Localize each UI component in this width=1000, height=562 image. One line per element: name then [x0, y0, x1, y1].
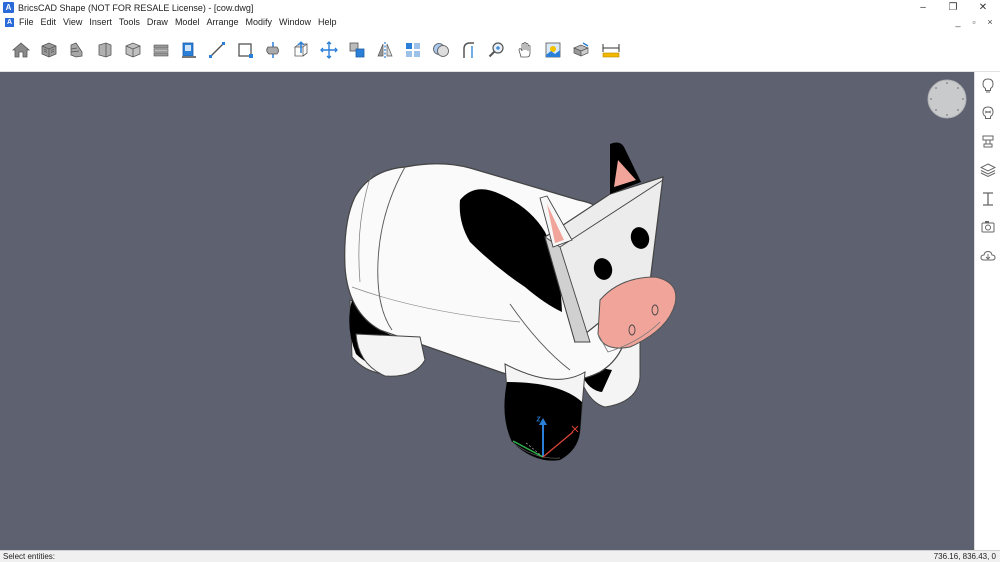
layers-button[interactable] [978, 160, 998, 180]
zoom-button[interactable] [486, 39, 508, 61]
slab-button[interactable] [150, 39, 172, 61]
section-icon [983, 192, 993, 206]
revolve-button[interactable] [262, 39, 284, 61]
solid-box-button[interactable] [38, 39, 60, 61]
menu-bar: A File Edit View Insert Tools Draw Model… [0, 15, 1000, 29]
move-icon [320, 41, 338, 59]
menu-file[interactable]: File [19, 17, 34, 27]
stamp-button[interactable] [978, 132, 998, 152]
window-title: BricsCAD Shape (NOT FOR RESALE License) … [18, 2, 254, 13]
cursor-coordinates: 736.16, 836.43, 0 [933, 552, 996, 561]
minimize-button[interactable]: – [908, 0, 938, 15]
revolve-icon [266, 42, 279, 58]
home-button[interactable] [10, 39, 32, 61]
move-button[interactable] [318, 39, 340, 61]
cloud-button[interactable] [978, 246, 998, 266]
mirror-button[interactable] [374, 39, 396, 61]
cloud-icon [980, 250, 996, 261]
line-icon [209, 42, 225, 58]
copy-icon [349, 42, 365, 58]
bulb-properties-button[interactable] [978, 104, 998, 124]
doc-minimize-button[interactable]: _ [950, 15, 966, 29]
window-insert-button[interactable] [178, 39, 200, 61]
wedge-button[interactable] [66, 39, 88, 61]
pan-button[interactable] [514, 39, 536, 61]
status-bar: Select entities: 736.16, 836.43, 0 [0, 550, 1000, 562]
rectangle-icon [238, 43, 253, 58]
navigation-wheel-icon[interactable] [927, 79, 967, 119]
array-button[interactable] [402, 39, 424, 61]
mirror-icon [377, 42, 393, 58]
wedge-icon [70, 42, 83, 58]
toolbar [0, 29, 1000, 72]
line-button[interactable] [206, 39, 228, 61]
dimension-icon [602, 44, 620, 58]
menu-model[interactable]: Model [175, 17, 200, 27]
menu-view[interactable]: View [63, 17, 82, 27]
bulb-properties-icon [982, 106, 994, 119]
material-button[interactable] [570, 39, 592, 61]
slab-icon [153, 44, 169, 57]
lightbulb-icon [982, 78, 994, 93]
material-icon [573, 42, 589, 57]
title-bar: A BricsCAD Shape (NOT FOR RESALE License… [0, 0, 1000, 15]
fillet-button[interactable] [458, 39, 480, 61]
home-icon [11, 42, 31, 58]
pan-icon [518, 42, 531, 58]
wall-button[interactable] [122, 39, 144, 61]
side-panel [974, 72, 1000, 550]
stamp-icon [982, 135, 994, 148]
back-right-leg [355, 333, 426, 377]
menu-modify[interactable]: Modify [245, 17, 272, 27]
dimension-button[interactable] [600, 39, 622, 61]
cylinder-icon [98, 42, 112, 58]
bricscad-window: A BricsCAD Shape (NOT FOR RESALE License… [0, 0, 1000, 562]
array-icon [406, 43, 420, 57]
cylinder-button[interactable] [94, 39, 116, 61]
close-button[interactable]: ✕ [968, 0, 998, 15]
menu-edit[interactable]: Edit [41, 17, 57, 27]
layers-icon [980, 163, 996, 178]
document-icon[interactable]: A [5, 17, 14, 27]
menu-window[interactable]: Window [279, 17, 311, 27]
doc-restore-button[interactable]: ▫ [966, 15, 982, 29]
lights-button[interactable] [978, 76, 998, 96]
app-logo-icon: A [3, 2, 14, 13]
camera-icon [981, 221, 995, 233]
camera-button[interactable] [978, 217, 998, 237]
restore-button[interactable]: ❐ [938, 0, 968, 15]
section-button[interactable] [978, 189, 998, 209]
menu-tools[interactable]: Tools [119, 17, 140, 27]
menu-insert[interactable]: Insert [89, 17, 112, 27]
menu-help[interactable]: Help [318, 17, 337, 27]
wall-icon [125, 42, 141, 58]
extrude-icon [293, 41, 309, 57]
solid-box-icon [41, 42, 57, 58]
render-button[interactable] [542, 39, 564, 61]
window-insert-icon [182, 42, 196, 58]
front-left-leg [504, 363, 586, 461]
command-prompt: Select entities: [3, 552, 56, 561]
menu-arrange[interactable]: Arrange [206, 17, 238, 27]
rectangle-button[interactable] [234, 39, 256, 61]
menu-draw[interactable]: Draw [147, 17, 168, 27]
extrude-button[interactable] [290, 39, 312, 61]
zoom-icon [488, 42, 504, 58]
render-icon [545, 42, 561, 58]
model-viewport[interactable] [0, 72, 974, 550]
cow-model[interactable] [0, 72, 974, 550]
doc-close-button[interactable]: × [982, 15, 998, 29]
copy-button[interactable] [346, 39, 368, 61]
fillet-icon [463, 42, 474, 58]
union-icon [433, 43, 449, 57]
union-button[interactable] [430, 39, 452, 61]
